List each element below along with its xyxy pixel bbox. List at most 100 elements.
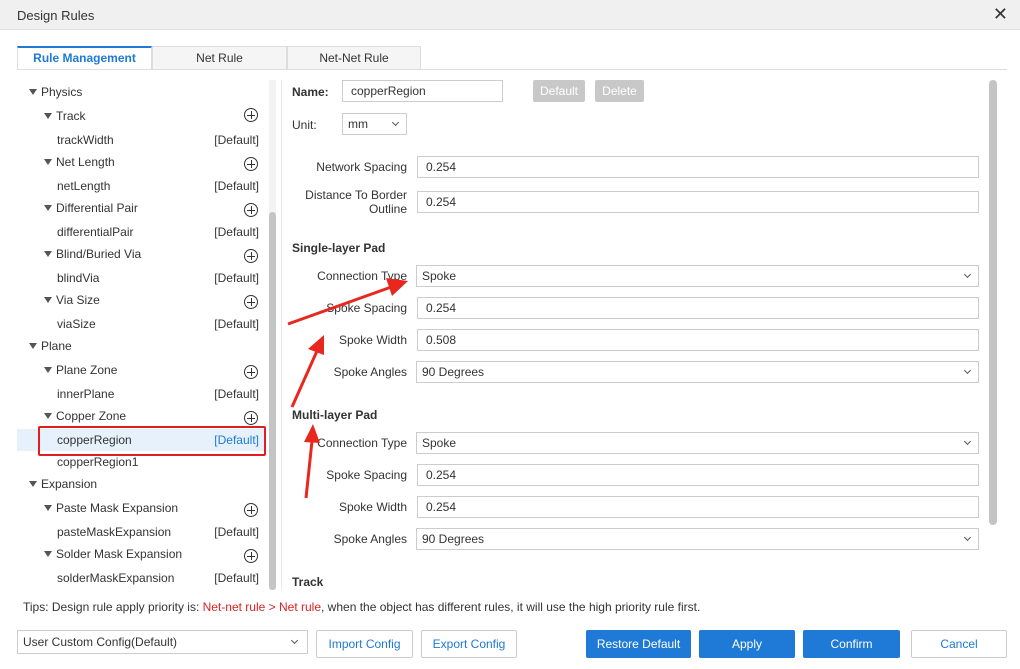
caret-down-icon[interactable]	[29, 481, 37, 487]
tree-label: blindVia	[57, 271, 100, 285]
multi-spoke-spacing-input[interactable]: 0.254	[417, 464, 979, 486]
tree-item-copperregion1[interactable]: copperRegion1	[17, 451, 265, 473]
single-layer-pad-title: Single-layer Pad	[292, 241, 386, 255]
caret-down-icon[interactable]	[29, 343, 37, 349]
form-scrollbar-thumb[interactable]	[989, 80, 997, 525]
caret-down-icon[interactable]	[44, 205, 52, 211]
caret-down-icon[interactable]	[29, 89, 37, 95]
tree-item-differentialpair[interactable]: differentialPair [Default]	[17, 221, 265, 243]
track-section-title: Track	[292, 575, 324, 589]
window-title: Design Rules	[17, 8, 95, 23]
default-tag: [Default]	[214, 433, 259, 447]
default-tag: [Default]	[214, 571, 259, 585]
distance-to-border-label-2: Outline	[368, 202, 407, 216]
tree-node-expansion[interactable]: Expansion	[17, 473, 265, 495]
tips-prefix: Tips: Design rule apply priority is:	[23, 600, 203, 614]
caret-down-icon[interactable]	[44, 413, 52, 419]
tree-label: Blind/Buried Via	[56, 247, 142, 261]
tree-scrollbar-thumb[interactable]	[269, 212, 276, 590]
single-spoke-width-input[interactable]: 0.508	[417, 329, 979, 351]
confirm-button[interactable]: Confirm	[803, 630, 900, 658]
multi-spoke-width-input[interactable]: 0.254	[417, 496, 979, 518]
caret-down-icon[interactable]	[44, 551, 52, 557]
tree-scrollbar[interactable]	[269, 80, 276, 590]
spoke-width-label: Spoke Width	[338, 500, 407, 514]
tree-label: Plane	[41, 339, 72, 353]
tree-node-copper-zone[interactable]: Copper Zone	[17, 405, 265, 427]
single-spoke-spacing-input[interactable]: 0.254	[417, 297, 979, 319]
add-rule-icon[interactable]	[244, 157, 258, 171]
name-input[interactable]: copperRegion	[342, 80, 503, 102]
add-rule-icon[interactable]	[244, 295, 258, 309]
tree-node-plane[interactable]: Plane	[17, 335, 265, 357]
tab-rule-management[interactable]: Rule Management	[17, 46, 152, 70]
restore-default-button[interactable]: Restore Default	[586, 630, 691, 658]
add-rule-icon[interactable]	[244, 549, 258, 563]
tree-node-blind-buried-via[interactable]: Blind/Buried Via	[17, 243, 265, 265]
caret-down-icon[interactable]	[44, 367, 52, 373]
tree-item-soldermaskexpansion[interactable]: solderMaskExpansion [Default]	[17, 567, 265, 589]
tab-net-rule[interactable]: Net Rule	[152, 46, 287, 70]
add-rule-icon[interactable]	[244, 203, 258, 217]
caret-down-icon[interactable]	[44, 297, 52, 303]
tree-node-track[interactable]: Track	[17, 105, 265, 127]
distance-to-border-input[interactable]: 0.254	[417, 191, 979, 213]
tree-item-trackwidth[interactable]: trackWidth [Default]	[17, 129, 265, 151]
tree-node-paste-mask-expansion[interactable]: Paste Mask Expansion	[17, 497, 265, 519]
connection-type-label: Connection Type	[317, 436, 407, 450]
tree-label: Expansion	[41, 477, 98, 491]
delete-button[interactable]: Delete	[595, 80, 644, 102]
name-label: Name:	[292, 85, 329, 99]
single-connection-type-select[interactable]: Spoke	[416, 265, 979, 287]
tree-node-net-length[interactable]: Net Length	[17, 151, 265, 173]
tree-item-innerplane[interactable]: innerPlane [Default]	[17, 383, 265, 405]
add-rule-icon[interactable]	[244, 503, 258, 517]
tree-node-plane-zone[interactable]: Plane Zone	[17, 359, 265, 381]
tree-label: Solder Mask Expansion	[56, 547, 183, 561]
add-rule-icon[interactable]	[244, 365, 258, 379]
tree-node-via-size[interactable]: Via Size	[17, 289, 265, 311]
tree-node-differential-pair[interactable]: Differential Pair	[17, 197, 265, 219]
spoke-angles-label: Spoke Angles	[333, 365, 407, 379]
default-tag: [Default]	[214, 225, 259, 239]
tree-label: innerPlane	[57, 387, 115, 401]
unit-value: mm	[348, 117, 368, 131]
apply-button[interactable]: Apply	[699, 630, 795, 658]
form-scrollbar[interactable]	[989, 80, 997, 590]
add-rule-icon[interactable]	[244, 249, 258, 263]
multi-spoke-angles-select[interactable]: 90 Degrees	[416, 528, 979, 550]
tree-node-physics[interactable]: Physics	[17, 81, 265, 103]
connection-type-label: Connection Type	[317, 269, 407, 283]
network-spacing-input[interactable]: 0.254	[417, 156, 979, 178]
tree-label: copperRegion	[57, 433, 132, 447]
multi-connection-type-select[interactable]: Spoke	[416, 432, 979, 454]
add-rule-icon[interactable]	[244, 108, 258, 122]
rule-tree: Physics Track trackWidth [Default] Net L…	[17, 80, 273, 590]
tree-node-solder-mask-expansion[interactable]: Solder Mask Expansion	[17, 543, 265, 565]
add-rule-icon[interactable]	[244, 411, 258, 425]
import-config-button[interactable]: Import Config	[316, 630, 413, 658]
single-spoke-angles-select[interactable]: 90 Degrees	[416, 361, 979, 383]
spoke-angles-value: 90 Degrees	[422, 532, 485, 546]
tree-item-netlength[interactable]: netLength [Default]	[17, 175, 265, 197]
tab-net-net-rule[interactable]: Net-Net Rule	[287, 46, 421, 70]
title-bar: Design Rules ✕	[0, 0, 1020, 30]
caret-down-icon[interactable]	[44, 505, 52, 511]
close-icon[interactable]: ✕	[993, 5, 1008, 23]
tree-item-pastemaskexpansion[interactable]: pasteMaskExpansion [Default]	[17, 521, 265, 543]
unit-select[interactable]: mm	[342, 113, 407, 135]
caret-down-icon[interactable]	[44, 113, 52, 119]
tab-underline	[17, 69, 1007, 70]
config-select[interactable]: User Custom Config(Default)	[17, 630, 308, 654]
default-button[interactable]: Default	[533, 80, 585, 102]
caret-down-icon[interactable]	[44, 159, 52, 165]
cancel-button[interactable]: Cancel	[911, 630, 1007, 658]
export-config-button[interactable]: Export Config	[421, 630, 517, 658]
tree-label: Paste Mask Expansion	[56, 501, 179, 515]
caret-down-icon[interactable]	[44, 251, 52, 257]
tree-item-blindvia[interactable]: blindVia [Default]	[17, 267, 265, 289]
unit-label: Unit:	[292, 118, 317, 132]
tree-item-copperregion[interactable]: copperRegion [Default]	[17, 429, 265, 451]
tree-item-viasize[interactable]: viaSize [Default]	[17, 313, 265, 335]
tree-label: trackWidth	[57, 133, 114, 147]
